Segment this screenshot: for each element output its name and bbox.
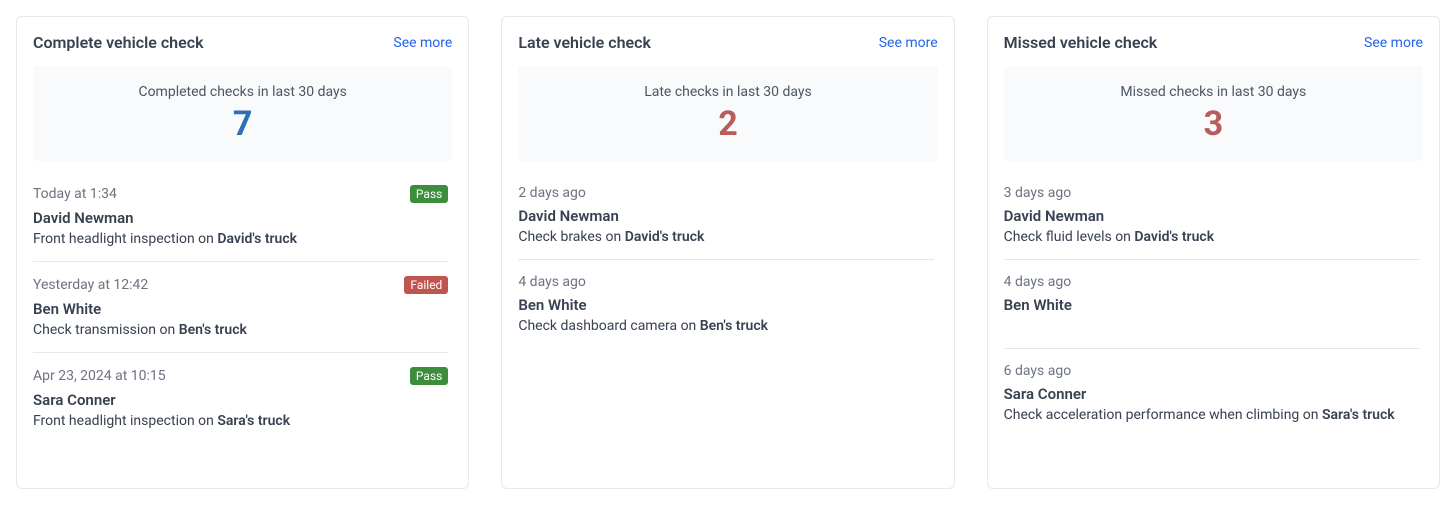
stat-box: Missed checks in last 30 days 3 (1004, 66, 1423, 161)
stat-label: Late checks in last 30 days (518, 84, 937, 100)
list-item[interactable]: 4 days ago Ben White (1004, 260, 1419, 349)
item-person: Ben White (518, 296, 933, 314)
vehicle-name: David's truck (217, 231, 297, 247)
item-desc (1004, 318, 1419, 334)
vehicle-name: Ben's truck (700, 318, 768, 334)
stat-box: Late checks in last 30 days 2 (518, 66, 937, 161)
list-item[interactable]: 3 days ago David Newman Check fluid leve… (1004, 171, 1419, 260)
item-top: 2 days ago (518, 185, 933, 201)
vehicle-name: Sara's truck (1322, 407, 1395, 423)
item-top: 3 days ago (1004, 185, 1419, 201)
item-time: 6 days ago (1004, 363, 1072, 379)
item-desc: Check acceleration performance when clim… (1004, 407, 1419, 423)
card-header: Late vehicle check See more (518, 33, 937, 52)
item-desc: Check fluid levels on David's truck (1004, 229, 1419, 245)
status-badge: Failed (404, 276, 448, 294)
cards-row: Complete vehicle check See more Complete… (16, 16, 1440, 489)
desc-prefix: Check brakes on (518, 229, 624, 245)
item-top: Today at 1:34 Pass (33, 185, 448, 203)
items-list[interactable]: 2 days ago David Newman Check brakes on … (518, 171, 937, 472)
item-person: David Newman (33, 209, 448, 227)
card-title: Missed vehicle check (1004, 33, 1158, 52)
item-top: Apr 23, 2024 at 10:15 Pass (33, 367, 448, 385)
list-item[interactable]: Today at 1:34 Pass David Newman Front he… (33, 171, 448, 262)
desc-prefix: Front headlight inspection on (33, 231, 217, 247)
card-complete: Complete vehicle check See more Complete… (16, 16, 469, 489)
item-time: Today at 1:34 (33, 186, 117, 202)
items-list[interactable]: 3 days ago David Newman Check fluid leve… (1004, 171, 1423, 472)
item-desc: Check dashboard camera on Ben's truck (518, 318, 933, 334)
desc-prefix: Front headlight inspection on (33, 413, 217, 429)
item-time: Yesterday at 12:42 (33, 277, 148, 293)
item-person: David Newman (518, 207, 933, 225)
item-top: 4 days ago (1004, 274, 1419, 290)
item-desc: Check transmission on Ben's truck (33, 322, 448, 338)
desc-prefix: Check fluid levels on (1004, 229, 1135, 245)
items-list[interactable]: Today at 1:34 Pass David Newman Front he… (33, 171, 452, 472)
list-item[interactable]: 2 days ago David Newman Check brakes on … (518, 171, 933, 260)
card-title: Complete vehicle check (33, 33, 204, 52)
see-more-link[interactable]: See more (879, 35, 938, 51)
card-header: Missed vehicle check See more (1004, 33, 1423, 52)
item-top: 6 days ago (1004, 363, 1419, 379)
stat-label: Missed checks in last 30 days (1004, 84, 1423, 100)
status-badge: Pass (410, 185, 448, 203)
status-badge: Pass (410, 367, 448, 385)
vehicle-name: Sara's truck (217, 413, 290, 429)
item-person: Sara Conner (1004, 385, 1419, 403)
item-time: Apr 23, 2024 at 10:15 (33, 368, 166, 384)
list-item[interactable]: Apr 23, 2024 at 10:15 Pass Sara Conner F… (33, 353, 448, 443)
item-time: 4 days ago (1004, 274, 1072, 290)
item-time: 3 days ago (1004, 185, 1072, 201)
desc-prefix: Check transmission on (33, 322, 179, 338)
vehicle-name: David's truck (1134, 229, 1214, 245)
stat-label: Completed checks in last 30 days (33, 84, 452, 100)
item-person: Ben White (1004, 296, 1419, 314)
card-missed: Missed vehicle check See more Missed che… (987, 16, 1440, 489)
see-more-link[interactable]: See more (393, 35, 452, 51)
see-more-link[interactable]: See more (1364, 35, 1423, 51)
item-top: 4 days ago (518, 274, 933, 290)
card-late: Late vehicle check See more Late checks … (501, 16, 954, 489)
item-top: Yesterday at 12:42 Failed (33, 276, 448, 294)
item-person: David Newman (1004, 207, 1419, 225)
stat-value: 2 (518, 104, 937, 145)
stat-value: 3 (1004, 104, 1423, 145)
item-time: 2 days ago (518, 185, 586, 201)
item-person: Sara Conner (33, 391, 448, 409)
item-desc: Front headlight inspection on David's tr… (33, 231, 448, 247)
item-desc: Check brakes on David's truck (518, 229, 933, 245)
card-title: Late vehicle check (518, 33, 651, 52)
desc-prefix: Check dashboard camera on (518, 318, 699, 334)
stat-value: 7 (33, 104, 452, 145)
item-person: Ben White (33, 300, 448, 318)
list-item[interactable]: 6 days ago Sara Conner Check acceleratio… (1004, 349, 1419, 437)
card-header: Complete vehicle check See more (33, 33, 452, 52)
desc-prefix: Check acceleration performance when clim… (1004, 407, 1322, 423)
list-item[interactable]: 4 days ago Ben White Check dashboard cam… (518, 260, 933, 348)
item-time: 4 days ago (518, 274, 586, 290)
vehicle-name: Ben's truck (179, 322, 247, 338)
item-desc: Front headlight inspection on Sara's tru… (33, 413, 448, 429)
list-item[interactable]: Yesterday at 12:42 Failed Ben White Chec… (33, 262, 448, 353)
vehicle-name: David's truck (625, 229, 705, 245)
stat-box: Completed checks in last 30 days 7 (33, 66, 452, 161)
